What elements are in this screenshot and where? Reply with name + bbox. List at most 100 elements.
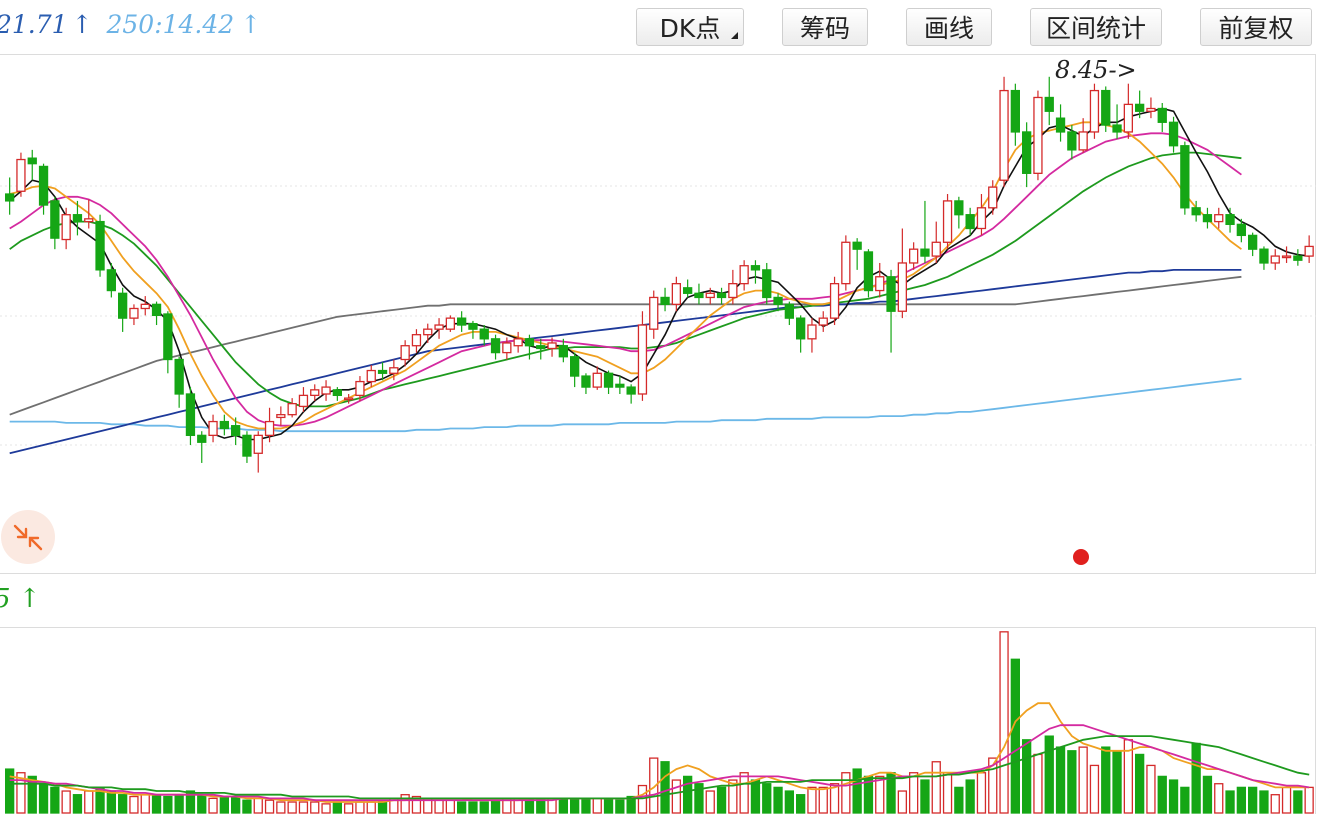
candle-body [423, 328, 433, 336]
candle [762, 262, 772, 305]
candle-body [310, 389, 320, 397]
volume-bar [1191, 742, 1201, 814]
ma-readout: 21.71 ↑ 250:14.42 ↑ [0, 10, 261, 39]
volume-bar [253, 797, 263, 814]
candle-body [909, 248, 919, 264]
candle [1304, 235, 1314, 263]
candle-body [1293, 255, 1303, 261]
volume-bar [615, 799, 625, 814]
candle [739, 260, 749, 291]
volume-bar [163, 795, 173, 814]
forward-adjust-button[interactable]: 前复权 [1200, 8, 1312, 46]
candle-body [1044, 96, 1054, 112]
volume-bar [50, 786, 60, 814]
candle-body [1236, 223, 1246, 237]
candle [671, 276, 681, 312]
volume-bar [264, 799, 275, 814]
volume-bar [400, 794, 410, 814]
candle-body [750, 265, 761, 271]
candle-body [1225, 214, 1235, 226]
candle-body [1055, 117, 1066, 133]
volume-panel[interactable] [0, 627, 1316, 814]
candle [603, 370, 614, 394]
volume-bar [1010, 658, 1020, 814]
candle-body [1304, 245, 1314, 257]
candle-body [863, 251, 874, 292]
candle [716, 287, 727, 305]
volume-bar [1146, 764, 1156, 814]
candle [411, 329, 422, 353]
volume-bar [5, 768, 15, 814]
ma-value-1: 21.71 [0, 10, 68, 39]
candle-body [1089, 89, 1100, 133]
draw-line-button[interactable]: 画线 [906, 8, 992, 46]
candle [276, 406, 286, 426]
volume-bar [287, 801, 297, 814]
candle-body [1123, 103, 1133, 133]
candle [999, 76, 1009, 188]
dk-point-button[interactable]: DK点 [636, 8, 744, 46]
candle-body [796, 317, 806, 340]
candle [468, 320, 478, 339]
volume-bar [434, 799, 444, 814]
volume-bar [1248, 786, 1258, 814]
volume-bar [705, 790, 715, 814]
candle [1168, 116, 1179, 153]
candle-body [16, 158, 26, 192]
candle-body [343, 397, 354, 401]
volume-bar [151, 794, 162, 814]
volume-bar [1202, 775, 1213, 814]
candle [197, 431, 207, 463]
candle-body [547, 342, 557, 350]
collapse-button[interactable] [1, 510, 55, 564]
candle-body [287, 402, 297, 416]
candle-body [197, 434, 207, 443]
candle-body [570, 356, 580, 377]
volume-bar [999, 631, 1009, 814]
candle [287, 398, 297, 418]
candle [1010, 83, 1020, 146]
candle-body [332, 389, 343, 397]
volume-bar [976, 772, 987, 814]
volume-bar [942, 772, 953, 814]
candle-body [920, 248, 930, 257]
price-panel[interactable] [0, 54, 1316, 574]
candle-body [185, 393, 196, 437]
up-arrow-icon: ↑ [71, 10, 93, 39]
candle-body [106, 269, 116, 292]
volume-bar [1157, 775, 1167, 814]
candle-body [999, 89, 1009, 181]
volume-bar [909, 772, 919, 814]
candle [1044, 76, 1054, 126]
candle-body [942, 200, 953, 243]
volume-bar [739, 772, 749, 814]
candle-body [513, 338, 523, 347]
candle-body [1270, 255, 1280, 264]
candle [807, 318, 817, 353]
volume-bar [671, 779, 681, 814]
volume-bar [1293, 790, 1303, 814]
candle [1157, 102, 1167, 132]
candle-body [61, 214, 71, 241]
ma-value-2: 250:14.42 [106, 10, 235, 39]
chips-button[interactable]: 筹码 [782, 8, 868, 46]
candle [84, 199, 94, 229]
candle [1101, 86, 1111, 132]
candle-body [581, 375, 591, 388]
candle [321, 380, 331, 401]
volume-bar [490, 799, 501, 814]
candle-body [1191, 207, 1201, 216]
candle-body [208, 420, 218, 437]
candle-body [886, 276, 896, 312]
collapse-arrows-icon [13, 524, 43, 551]
candle [5, 177, 15, 215]
range-stats-button[interactable]: 区间统计 [1030, 8, 1162, 46]
candle [174, 356, 184, 408]
signal-dot[interactable] [1073, 549, 1089, 565]
candle-body [95, 220, 105, 271]
candle [852, 238, 862, 270]
volume-bar [784, 790, 794, 814]
candle [649, 290, 659, 339]
candle [50, 196, 60, 250]
candle [728, 269, 738, 305]
